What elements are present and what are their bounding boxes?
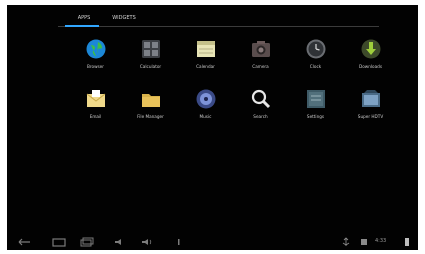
app-row-1: Browser Calculator Calendar Camera Clock…: [68, 38, 398, 81]
clock-icon: [306, 39, 325, 59]
globe-icon: [86, 39, 105, 59]
volume-down-icon: [115, 239, 121, 245]
volume-up-button[interactable]: [141, 237, 153, 247]
app-search[interactable]: Search: [233, 88, 288, 131]
back-button[interactable]: [17, 237, 33, 247]
volume-down-button[interactable]: [113, 237, 125, 247]
app-super-hdtv[interactable]: Super HDTV: [343, 88, 398, 131]
app-label: Clock: [309, 64, 322, 69]
back-icon: [18, 238, 30, 246]
app-label: Email: [89, 114, 102, 119]
app-label: Camera: [252, 64, 269, 69]
recent-apps-button[interactable]: [79, 237, 95, 247]
search-icon: [251, 89, 270, 109]
app-file-manager[interactable]: File Manager: [123, 88, 178, 131]
usb-icon: [342, 237, 350, 246]
settings-icon: [306, 90, 325, 108]
app-calculator[interactable]: Calculator: [123, 38, 178, 81]
home-button[interactable]: [51, 237, 67, 247]
app-music[interactable]: Music: [178, 88, 233, 131]
music-icon: [196, 89, 215, 109]
app-grid: Browser Calculator Calendar Camera Clock…: [68, 38, 398, 138]
app-label: Browser: [87, 64, 104, 69]
tab-apps[interactable]: APPS: [64, 13, 104, 27]
tab-widgets[interactable]: WIDGETS: [104, 13, 144, 27]
app-browser[interactable]: Browser: [68, 38, 123, 81]
notification-status: [359, 237, 369, 247]
usb-status: [341, 237, 351, 247]
tab-bar: APPS WIDGETS: [64, 13, 144, 27]
calculator-icon: [141, 40, 160, 58]
app-label: File Manager: [137, 114, 164, 119]
app-label: Super HDTV: [357, 114, 384, 119]
app-email[interactable]: Email: [68, 88, 123, 131]
recent-apps-icon: [80, 237, 94, 247]
app-label: Downloads: [359, 64, 382, 69]
menu-button[interactable]: [175, 237, 183, 247]
menu-icon: [178, 239, 180, 245]
app-camera[interactable]: Camera: [233, 38, 288, 81]
app-row-2: Email File Manager Music Search Settings…: [68, 88, 398, 131]
app-clock[interactable]: Clock: [288, 38, 343, 81]
battery-status: [403, 237, 411, 247]
folder-icon: [141, 94, 160, 107]
calendar-icon: [196, 41, 215, 57]
tablet-screen: APPS WIDGETS Browser Calculator Calendar…: [7, 5, 418, 250]
download-icon: [361, 39, 380, 59]
email-icon: [86, 90, 105, 107]
app-label: Calendar: [196, 64, 215, 69]
app-label: Settings: [306, 114, 325, 119]
battery-icon: [405, 238, 409, 246]
app-label: Music: [199, 114, 212, 119]
app-calendar[interactable]: Calendar: [178, 38, 233, 81]
app-label: Search: [253, 114, 268, 119]
home-icon: [52, 238, 66, 247]
app-settings[interactable]: Settings: [288, 88, 343, 131]
notification-icon: [361, 239, 367, 245]
app-label: Calculator: [139, 64, 162, 69]
volume-up-icon: [142, 239, 152, 245]
app-downloads[interactable]: Downloads: [343, 38, 398, 81]
hdtv-icon: [361, 90, 380, 107]
camera-icon: [251, 41, 270, 57]
clock-time: 4:33: [375, 238, 387, 244]
